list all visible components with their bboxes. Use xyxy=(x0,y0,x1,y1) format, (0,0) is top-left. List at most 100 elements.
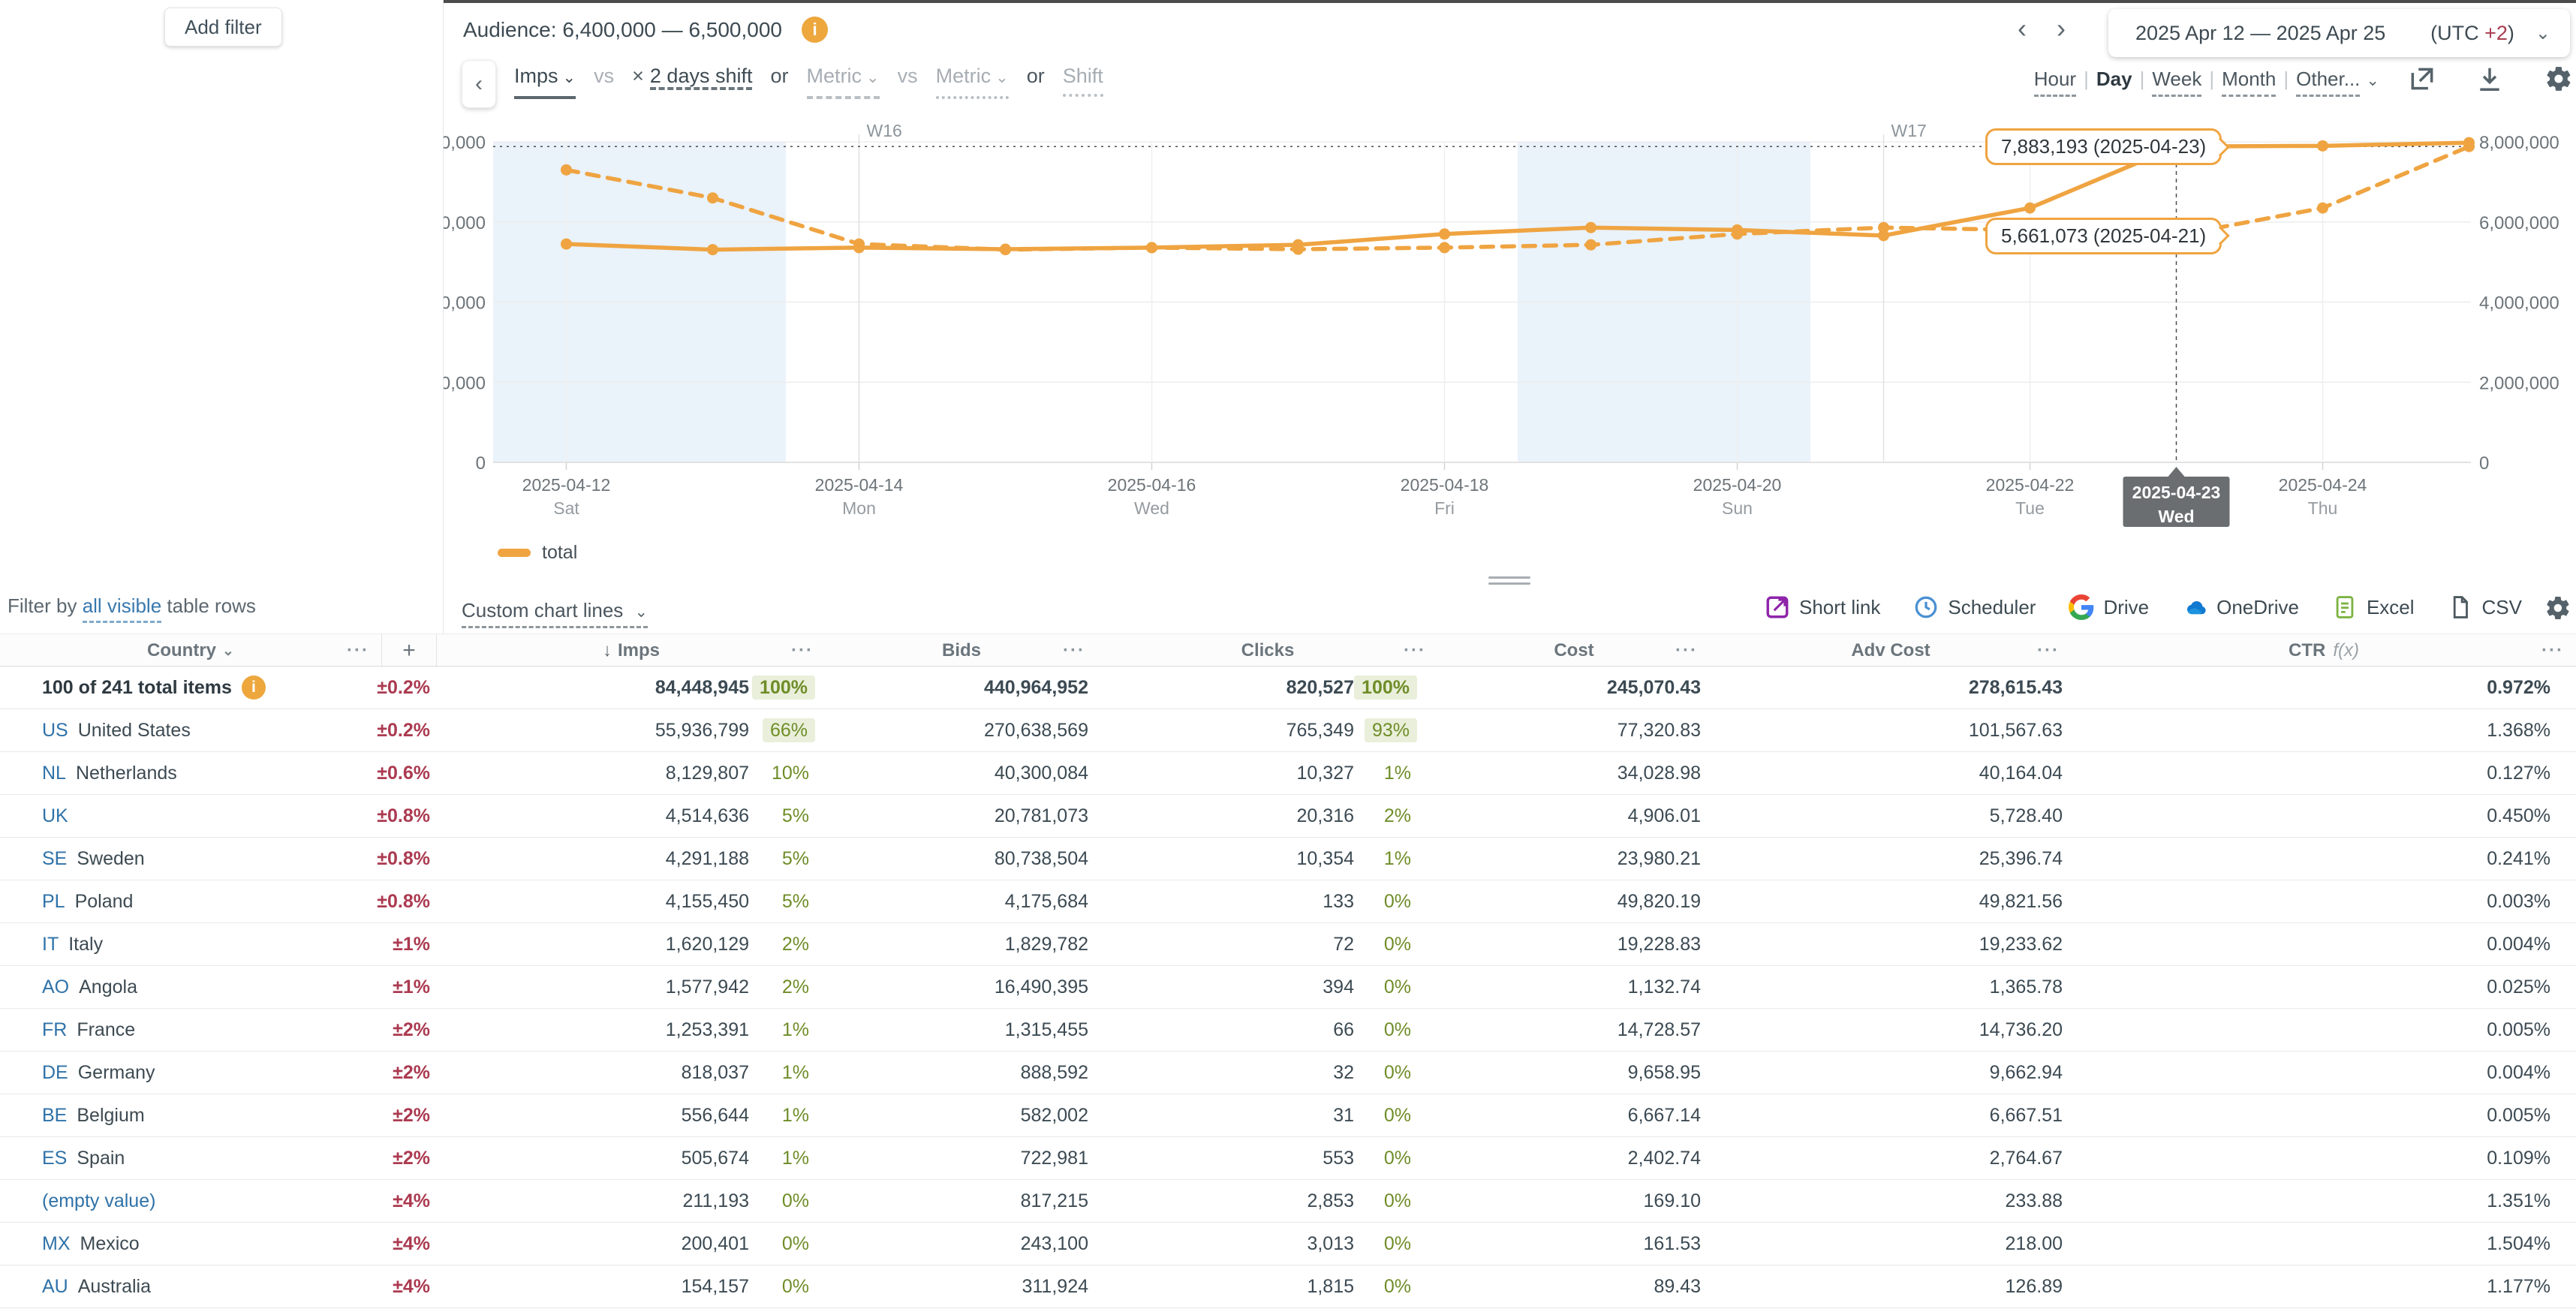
country-code-link[interactable]: DE xyxy=(42,1062,68,1084)
adv-cost-cell: 2,764.67 xyxy=(1990,1148,2072,1169)
custom-chart-lines-dropdown[interactable]: Custom chart lines ⌄ xyxy=(462,599,648,622)
delta-cell: ±4% xyxy=(393,1233,437,1255)
google-drive-icon xyxy=(2069,594,2094,620)
country-code-link[interactable]: US xyxy=(42,720,68,742)
svg-text:2025-04-20: 2025-04-20 xyxy=(1693,475,1782,495)
table-row-total[interactable]: 100 of 241 total itemsi±0.2%84,448,94510… xyxy=(0,667,2576,709)
granularity-option-other[interactable]: Other... xyxy=(2296,68,2360,97)
adv-cost-cell: 5,728.40 xyxy=(1990,805,2072,827)
table-row[interactable]: BEBelgium±2%556,6441%582,002310%6,667.14… xyxy=(0,1094,2576,1137)
country-cell: PLPoland xyxy=(0,891,381,913)
next-range-button[interactable]: › xyxy=(2057,14,2066,44)
table-row[interactable]: DEGermany±2%818,0371%888,592320%9,658.95… xyxy=(0,1052,2576,1094)
export-short-link-button[interactable]: Short link xyxy=(1765,594,1880,620)
country-code-link[interactable]: ES xyxy=(42,1148,67,1169)
column-menu-icon[interactable]: ··· xyxy=(347,640,369,661)
chart-canvas[interactable]: 002,000,0002,000,0004,000,0004,000,0006,… xyxy=(444,116,2576,536)
time-series-chart[interactable]: 002,000,0002,000,0004,000,0004,000,0006,… xyxy=(444,116,2576,536)
granularity-option-month[interactable]: Month xyxy=(2222,68,2276,97)
country-code-link[interactable]: AO xyxy=(42,976,69,998)
remove-shift-icon[interactable]: × xyxy=(632,65,644,87)
country-cell: USUnited States xyxy=(0,720,381,742)
table-row[interactable]: FRFrance±2%1,253,3911%1,315,455660%14,72… xyxy=(0,1009,2576,1052)
country-code-link[interactable]: UK xyxy=(42,805,68,827)
table-row[interactable]: PLPoland±0.8%4,155,4505%4,175,6841330%49… xyxy=(0,880,2576,923)
column-menu-icon[interactable]: ··· xyxy=(2541,640,2564,661)
imps-cell: 154,157 xyxy=(682,1276,758,1298)
column-menu-icon[interactable]: ··· xyxy=(791,640,814,661)
column-header-ctr[interactable]: CTRf(x)··· xyxy=(2072,634,2576,667)
country-code-link[interactable]: BE xyxy=(42,1105,67,1127)
date-range-picker[interactable]: 2025 Apr 12 — 2025 Apr 25 (UTC +2) ⌄ xyxy=(2108,9,2570,57)
column-header-bids[interactable]: Bids··· xyxy=(826,634,1097,667)
table-settings-gear-icon[interactable] xyxy=(2544,594,2571,621)
empty-value-link[interactable]: (empty value) xyxy=(42,1190,155,1212)
export-drive-button[interactable]: Drive xyxy=(2069,594,2149,620)
column-menu-icon[interactable]: ··· xyxy=(2037,640,2060,661)
metric-dropdown-empty-1[interactable]: Metric⌄ xyxy=(807,63,880,99)
column-menu-icon[interactable]: ··· xyxy=(1404,640,1426,661)
table-row[interactable]: UK±0.8%4,514,6365%20,781,07320,3162%4,90… xyxy=(0,795,2576,838)
collapse-controls-button[interactable]: ‹ xyxy=(462,60,496,108)
metric-dropdown-imps[interactable]: Imps⌄ xyxy=(514,63,576,99)
column-header-clicks[interactable]: Clicks··· xyxy=(1097,634,1438,667)
table-row[interactable]: MXMexico±4%200,4010%243,1003,0130%161.53… xyxy=(0,1223,2576,1265)
open-in-new-icon[interactable] xyxy=(2408,65,2436,93)
table-row[interactable]: ITItaly±1%1,620,1292%1,829,782720%19,228… xyxy=(0,923,2576,966)
column-header-adv-cost[interactable]: Adv Cost··· xyxy=(1710,634,2072,667)
country-code-link[interactable]: AU xyxy=(42,1276,68,1298)
shift-applied-control[interactable]: ×2 days shift xyxy=(632,63,752,94)
table-row[interactable]: ESSpain±2%505,6741%722,9815530%2,402.742… xyxy=(0,1137,2576,1180)
info-icon[interactable]: i xyxy=(802,17,828,43)
export-csv-button[interactable]: CSV xyxy=(2448,594,2522,620)
date-range-nav: ‹ › xyxy=(2018,14,2066,44)
clicks-pct-cell: 0% xyxy=(1384,1190,1438,1212)
export-onedrive-button[interactable]: OneDrive xyxy=(2182,594,2299,620)
country-code-link[interactable]: PL xyxy=(42,891,65,913)
country-code-link[interactable]: MX xyxy=(42,1233,71,1255)
add-column-button[interactable]: + xyxy=(381,634,437,667)
ctr-cell: 0.004% xyxy=(2487,1062,2576,1084)
adv-cost-cell: 233.88 xyxy=(2006,1190,2072,1212)
imps-pct-cell: 1% xyxy=(782,1062,826,1084)
clicks-pct-cell: 0% xyxy=(1384,1233,1438,1255)
info-icon[interactable]: i xyxy=(242,676,266,700)
panel-resize-handle[interactable] xyxy=(1488,576,1530,588)
shift-placeholder-control[interactable]: Shift xyxy=(1063,63,1103,97)
granularity-option-hour[interactable]: Hour xyxy=(2034,68,2076,97)
export-excel-button[interactable]: Excel xyxy=(2332,594,2415,620)
column-menu-icon[interactable]: ··· xyxy=(1675,640,1698,661)
country-code-link[interactable]: IT xyxy=(42,934,59,955)
granularity-option-day[interactable]: Day xyxy=(2096,68,2132,95)
clicks-share-badge: 0% xyxy=(1384,1276,1411,1297)
country-code-link[interactable]: NL xyxy=(42,763,66,784)
granularity-option-week[interactable]: Week xyxy=(2152,68,2201,97)
table-row[interactable]: USUnited States±0.2%55,936,79966%270,638… xyxy=(0,709,2576,752)
filter-scope-link[interactable]: all visible xyxy=(83,594,162,623)
add-filter-button[interactable]: Add filter xyxy=(164,8,282,47)
country-code-link[interactable]: SE xyxy=(42,848,67,870)
column-header-cost[interactable]: Cost··· xyxy=(1438,634,1710,667)
prev-range-button[interactable]: ‹ xyxy=(2018,14,2027,44)
imps-cell: 556,644 xyxy=(682,1105,758,1127)
table-row[interactable]: (empty value)±4%211,1930%817,2152,8530%1… xyxy=(0,1180,2576,1223)
scheduler-icon xyxy=(1913,594,1939,620)
column-header-country[interactable]: Country⌄··· xyxy=(0,634,381,667)
export-scheduler-button[interactable]: Scheduler xyxy=(1913,594,2036,620)
metric-dropdown-empty-2[interactable]: Metric⌄ xyxy=(936,63,1009,99)
svg-text:Sun: Sun xyxy=(1722,498,1753,518)
table-row[interactable]: AOAngola±1%1,577,9422%16,490,3953940%1,1… xyxy=(0,966,2576,1009)
chevron-down-icon: ⌄ xyxy=(2535,23,2550,44)
table-row[interactable]: SESweden±0.8%4,291,1885%80,738,50410,354… xyxy=(0,838,2576,880)
table-row[interactable]: AUAustralia±4%154,1570%311,9241,8150%89.… xyxy=(0,1265,2576,1308)
table-row[interactable]: NLNetherlands±0.6%8,129,80710%40,300,084… xyxy=(0,752,2576,795)
gear-icon[interactable] xyxy=(2544,65,2573,93)
table-body: 100 of 241 total itemsi±0.2%84,448,94510… xyxy=(0,667,2576,1308)
clicks-cell: 133 xyxy=(1323,891,1363,913)
legend-item-total[interactable]: total xyxy=(498,542,577,564)
country-code-link[interactable]: FR xyxy=(42,1019,67,1041)
column-menu-icon[interactable]: ··· xyxy=(1063,640,1085,661)
download-icon[interactable] xyxy=(2475,65,2504,93)
column-header-imps[interactable]: ↓Imps··· xyxy=(437,634,826,667)
imps-pct-cell: 2% xyxy=(782,976,826,998)
